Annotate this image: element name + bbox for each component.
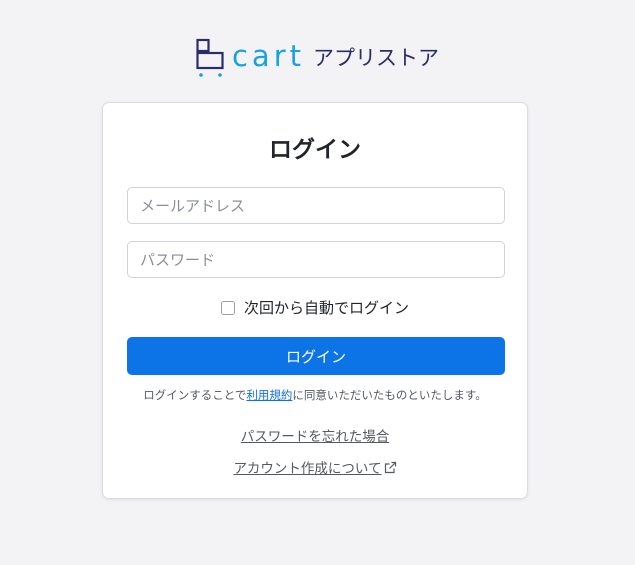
login-button[interactable]: ログイン	[127, 337, 505, 375]
brand-app-store-label: アプリストア	[313, 46, 439, 70]
login-card: ログイン 次回から自動でログイン ログイン ログインすることで利用規約に同意いた…	[102, 102, 528, 499]
forgot-password-link[interactable]: パスワードを忘れた場合	[241, 429, 390, 445]
terms-suffix: に同意いただいたものといたします。	[292, 388, 487, 402]
terms-prefix: ログインすることで	[143, 388, 247, 402]
password-field[interactable]	[127, 241, 505, 278]
brand-logo[interactable]: cart	[196, 38, 305, 78]
remember-me-checkbox[interactable]	[220, 300, 235, 315]
terms-notice: ログインすることで利用規約に同意いただいたものといたします。	[103, 387, 527, 403]
brand-header: cart アプリストア	[0, 36, 635, 80]
remember-me-label: 次回から自動でログイン	[243, 299, 409, 317]
account-creation-label: アカウント作成について	[233, 461, 382, 477]
remember-me[interactable]: 次回から自動でログイン	[103, 297, 527, 318]
page-title: ログイン	[269, 137, 361, 163]
forgot-password-row: パスワードを忘れた場合	[103, 425, 527, 445]
external-link-icon	[384, 461, 396, 474]
b-cart-logo-icon	[196, 38, 224, 77]
brand-wordmark: cart	[231, 38, 305, 73]
terms-link[interactable]: 利用規約	[246, 388, 292, 402]
email-field[interactable]	[127, 187, 505, 224]
account-creation-link[interactable]: アカウント作成について	[233, 461, 396, 477]
account-info-row: アカウント作成について	[103, 457, 527, 477]
